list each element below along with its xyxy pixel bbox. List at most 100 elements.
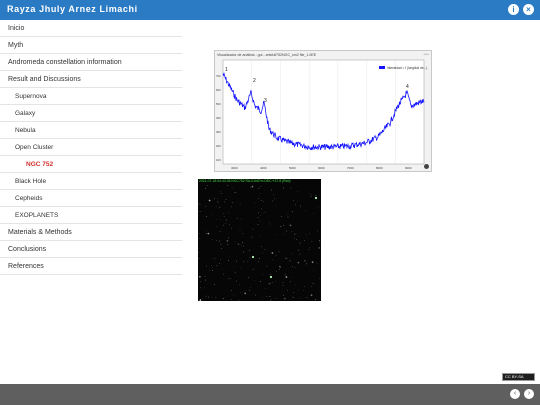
sidebar-item-black-hole[interactable]: Black Hole — [0, 173, 182, 190]
star — [219, 192, 221, 194]
star — [216, 218, 217, 220]
bottom-bar: ‹ › — [0, 384, 540, 405]
sidebar-nav: Inicio Myth Andromeda constellation info… — [0, 20, 182, 275]
star — [292, 253, 293, 255]
star — [215, 258, 217, 260]
star — [227, 278, 229, 279]
star — [243, 261, 245, 263]
star — [305, 210, 306, 212]
legend-swatch — [379, 66, 385, 69]
y-tick-label: 300 — [216, 130, 221, 134]
info-icon[interactable]: i — [508, 4, 519, 15]
sidebar-item-references[interactable]: References — [0, 258, 182, 275]
star — [282, 294, 284, 296]
license-badge[interactable]: CC BY-SA — [502, 373, 535, 381]
star — [282, 285, 284, 286]
star — [238, 299, 240, 301]
star — [233, 294, 235, 296]
sidebar-item-open-cluster[interactable]: Open Cluster — [0, 139, 182, 156]
star — [304, 286, 306, 287]
star — [261, 246, 263, 248]
star — [225, 219, 227, 221]
bright-star — [314, 196, 318, 200]
star — [224, 201, 226, 203]
star — [294, 237, 296, 239]
star — [260, 193, 262, 195]
sidebar-item-andromeda[interactable]: Andromeda constellation information — [0, 54, 182, 71]
sidebar-item-conclusions[interactable]: Conclusions — [0, 241, 182, 258]
sidebar-item-results[interactable]: Result and Discussions — [0, 71, 182, 88]
star — [274, 281, 276, 282]
sidebar-item-supernova[interactable]: Supernova — [0, 88, 182, 105]
star — [238, 244, 240, 245]
sidebar-item-galaxy[interactable]: Galaxy — [0, 105, 182, 122]
sidebar-item-inicio[interactable]: Inicio — [0, 20, 182, 37]
star — [249, 250, 250, 252]
star — [214, 284, 215, 285]
star — [317, 206, 319, 208]
x-tick-label: 6000 — [318, 166, 325, 170]
star — [276, 234, 278, 236]
star — [221, 193, 223, 194]
star-dots — [197, 185, 321, 302]
star — [310, 194, 312, 196]
star — [318, 247, 321, 249]
star — [289, 281, 291, 283]
prev-arrow-icon[interactable]: ‹ — [510, 389, 520, 399]
star — [279, 225, 281, 227]
star — [216, 200, 218, 202]
star — [270, 299, 272, 301]
pager: ‹ › — [510, 389, 534, 399]
star — [251, 185, 254, 188]
star — [286, 258, 288, 259]
star — [207, 232, 210, 235]
star — [257, 224, 259, 225]
sidebar-item-materials-methods[interactable]: Materials & Methods — [0, 224, 182, 241]
star — [291, 266, 293, 268]
star — [227, 244, 229, 245]
x-tick-label: 5000 — [289, 166, 296, 170]
star — [198, 211, 199, 212]
resize-handle-icon[interactable] — [424, 164, 429, 169]
star — [247, 260, 249, 262]
sidebar-item-cepheids[interactable]: Cepheids — [0, 190, 182, 207]
star — [225, 223, 227, 224]
star — [308, 248, 310, 250]
star — [220, 243, 222, 245]
star — [232, 201, 234, 203]
star — [212, 267, 213, 268]
star — [294, 267, 296, 269]
peak-label-3: 3 — [264, 98, 267, 104]
star — [275, 297, 277, 299]
star — [221, 248, 223, 249]
close-icon[interactable]: × — [523, 4, 534, 15]
star — [279, 267, 281, 269]
star — [304, 260, 306, 262]
star — [215, 205, 217, 207]
star — [229, 256, 230, 258]
star — [254, 280, 256, 281]
star — [219, 239, 221, 241]
sidebar-item-nebula[interactable]: Nebula — [0, 122, 182, 139]
star — [231, 289, 232, 291]
star — [211, 297, 212, 298]
star — [229, 278, 231, 280]
star — [258, 188, 260, 189]
star — [287, 216, 289, 218]
star — [262, 273, 264, 275]
star — [262, 213, 264, 215]
star — [220, 218, 221, 220]
star — [258, 212, 259, 214]
next-arrow-icon[interactable]: › — [524, 389, 534, 399]
star — [218, 241, 220, 243]
sidebar-item-ngc-752[interactable]: NGC 752 — [0, 156, 182, 173]
star — [319, 241, 320, 243]
bright-star — [269, 275, 273, 279]
star — [303, 240, 305, 241]
star — [292, 211, 293, 213]
x-tick-labels: 3000 4000 5000 6000 7000 8000 9000 — [231, 166, 412, 170]
sidebar-item-exoplanets[interactable]: EXOPLANETS — [0, 207, 182, 224]
sidebar-item-myth[interactable]: Myth — [0, 37, 182, 54]
star — [316, 230, 318, 232]
star — [275, 270, 277, 272]
